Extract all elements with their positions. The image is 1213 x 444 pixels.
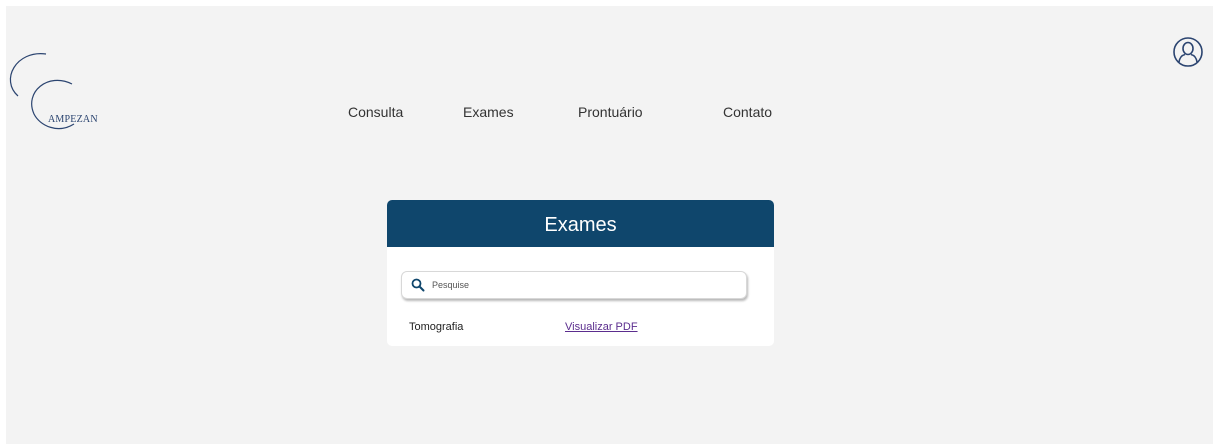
- search-input[interactable]: [432, 275, 732, 295]
- nav-item-consulta[interactable]: Consulta: [348, 104, 403, 120]
- view-pdf-link[interactable]: Visualizar PDF: [565, 321, 638, 333]
- nav-item-exames[interactable]: Exames: [463, 104, 514, 120]
- page-background: AMPEZAN Consulta Exames Prontuário Conta…: [6, 6, 1213, 444]
- user-icon[interactable]: [1172, 36, 1204, 68]
- nav-item-prontuario[interactable]: Prontuário: [578, 104, 643, 120]
- card-title: Exames: [387, 200, 774, 247]
- exams-card: Exames Tomografia Visualizar PDF: [387, 200, 774, 346]
- nav-item-contato[interactable]: Contato: [723, 104, 772, 120]
- brand-name: AMPEZAN: [48, 114, 98, 125]
- exam-name: Tomografia: [409, 321, 464, 333]
- search-box[interactable]: [401, 271, 747, 299]
- brand-logo[interactable]: AMPEZAN: [6, 50, 121, 135]
- search-icon: [411, 278, 425, 292]
